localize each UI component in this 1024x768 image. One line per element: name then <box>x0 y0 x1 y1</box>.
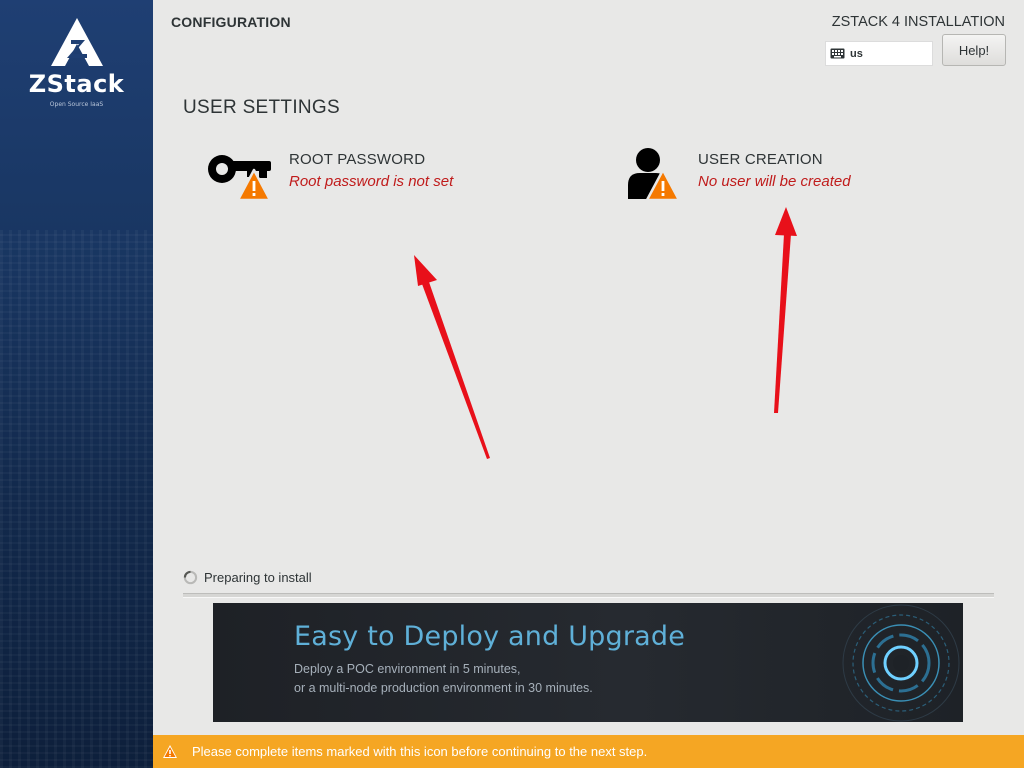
installer-title: ZSTACK 4 INSTALLATION <box>831 14 1005 30</box>
progress-bar <box>183 593 994 598</box>
spinner-icon <box>183 570 198 585</box>
user-creation-status: No user will be created <box>698 173 851 190</box>
user-creation-spoke[interactable]: USER CREATION No user will be created <box>625 147 851 203</box>
logo-subtitle: Open Source IaaS <box>49 101 104 108</box>
warning-icon <box>163 745 177 758</box>
root-password-spoke[interactable]: ROOT PASSWORD Root password is not set <box>205 147 453 203</box>
root-password-status: Root password is not set <box>289 173 454 190</box>
keyboard-icon <box>830 48 845 59</box>
help-button[interactable]: Help! <box>942 34 1006 66</box>
logo-text: ZStack <box>28 70 125 98</box>
banner-line-1: Deploy a POC environment in 5 minutes, <box>294 662 521 676</box>
section-title: USER SETTINGS <box>183 97 340 118</box>
warning-footer-bar: Please complete items marked with this i… <box>153 735 1024 768</box>
sidebar: ZStack Open Source IaaS <box>0 0 153 768</box>
progress-label: Preparing to install <box>204 570 312 585</box>
zstack-logo-mark <box>50 18 103 66</box>
banner-line-2: or a multi-node production environment i… <box>294 681 593 695</box>
keyboard-layout-indicator[interactable]: us <box>825 41 933 66</box>
page-title: CONFIGURATION <box>171 14 291 30</box>
user-warning-icon <box>625 147 701 203</box>
key-warning-icon <box>205 147 281 203</box>
footer-message: Please complete items marked with this i… <box>192 744 648 759</box>
user-creation-title: USER CREATION <box>698 151 823 168</box>
annotation-arrow-root <box>414 255 490 459</box>
progress-status: Preparing to install <box>183 570 312 585</box>
banner-title: Easy to Deploy and Upgrade <box>294 621 686 652</box>
banner-rings-graphic <box>842 604 960 722</box>
annotation-arrow-user <box>774 207 797 413</box>
root-password-title: ROOT PASSWORD <box>289 151 426 168</box>
sidebar-pattern <box>0 230 153 768</box>
promo-banner: Easy to Deploy and Upgrade Deploy a POC … <box>213 603 963 722</box>
zstack-logo: ZStack Open Source IaaS <box>0 16 153 108</box>
keyboard-layout-label: us <box>850 47 863 60</box>
